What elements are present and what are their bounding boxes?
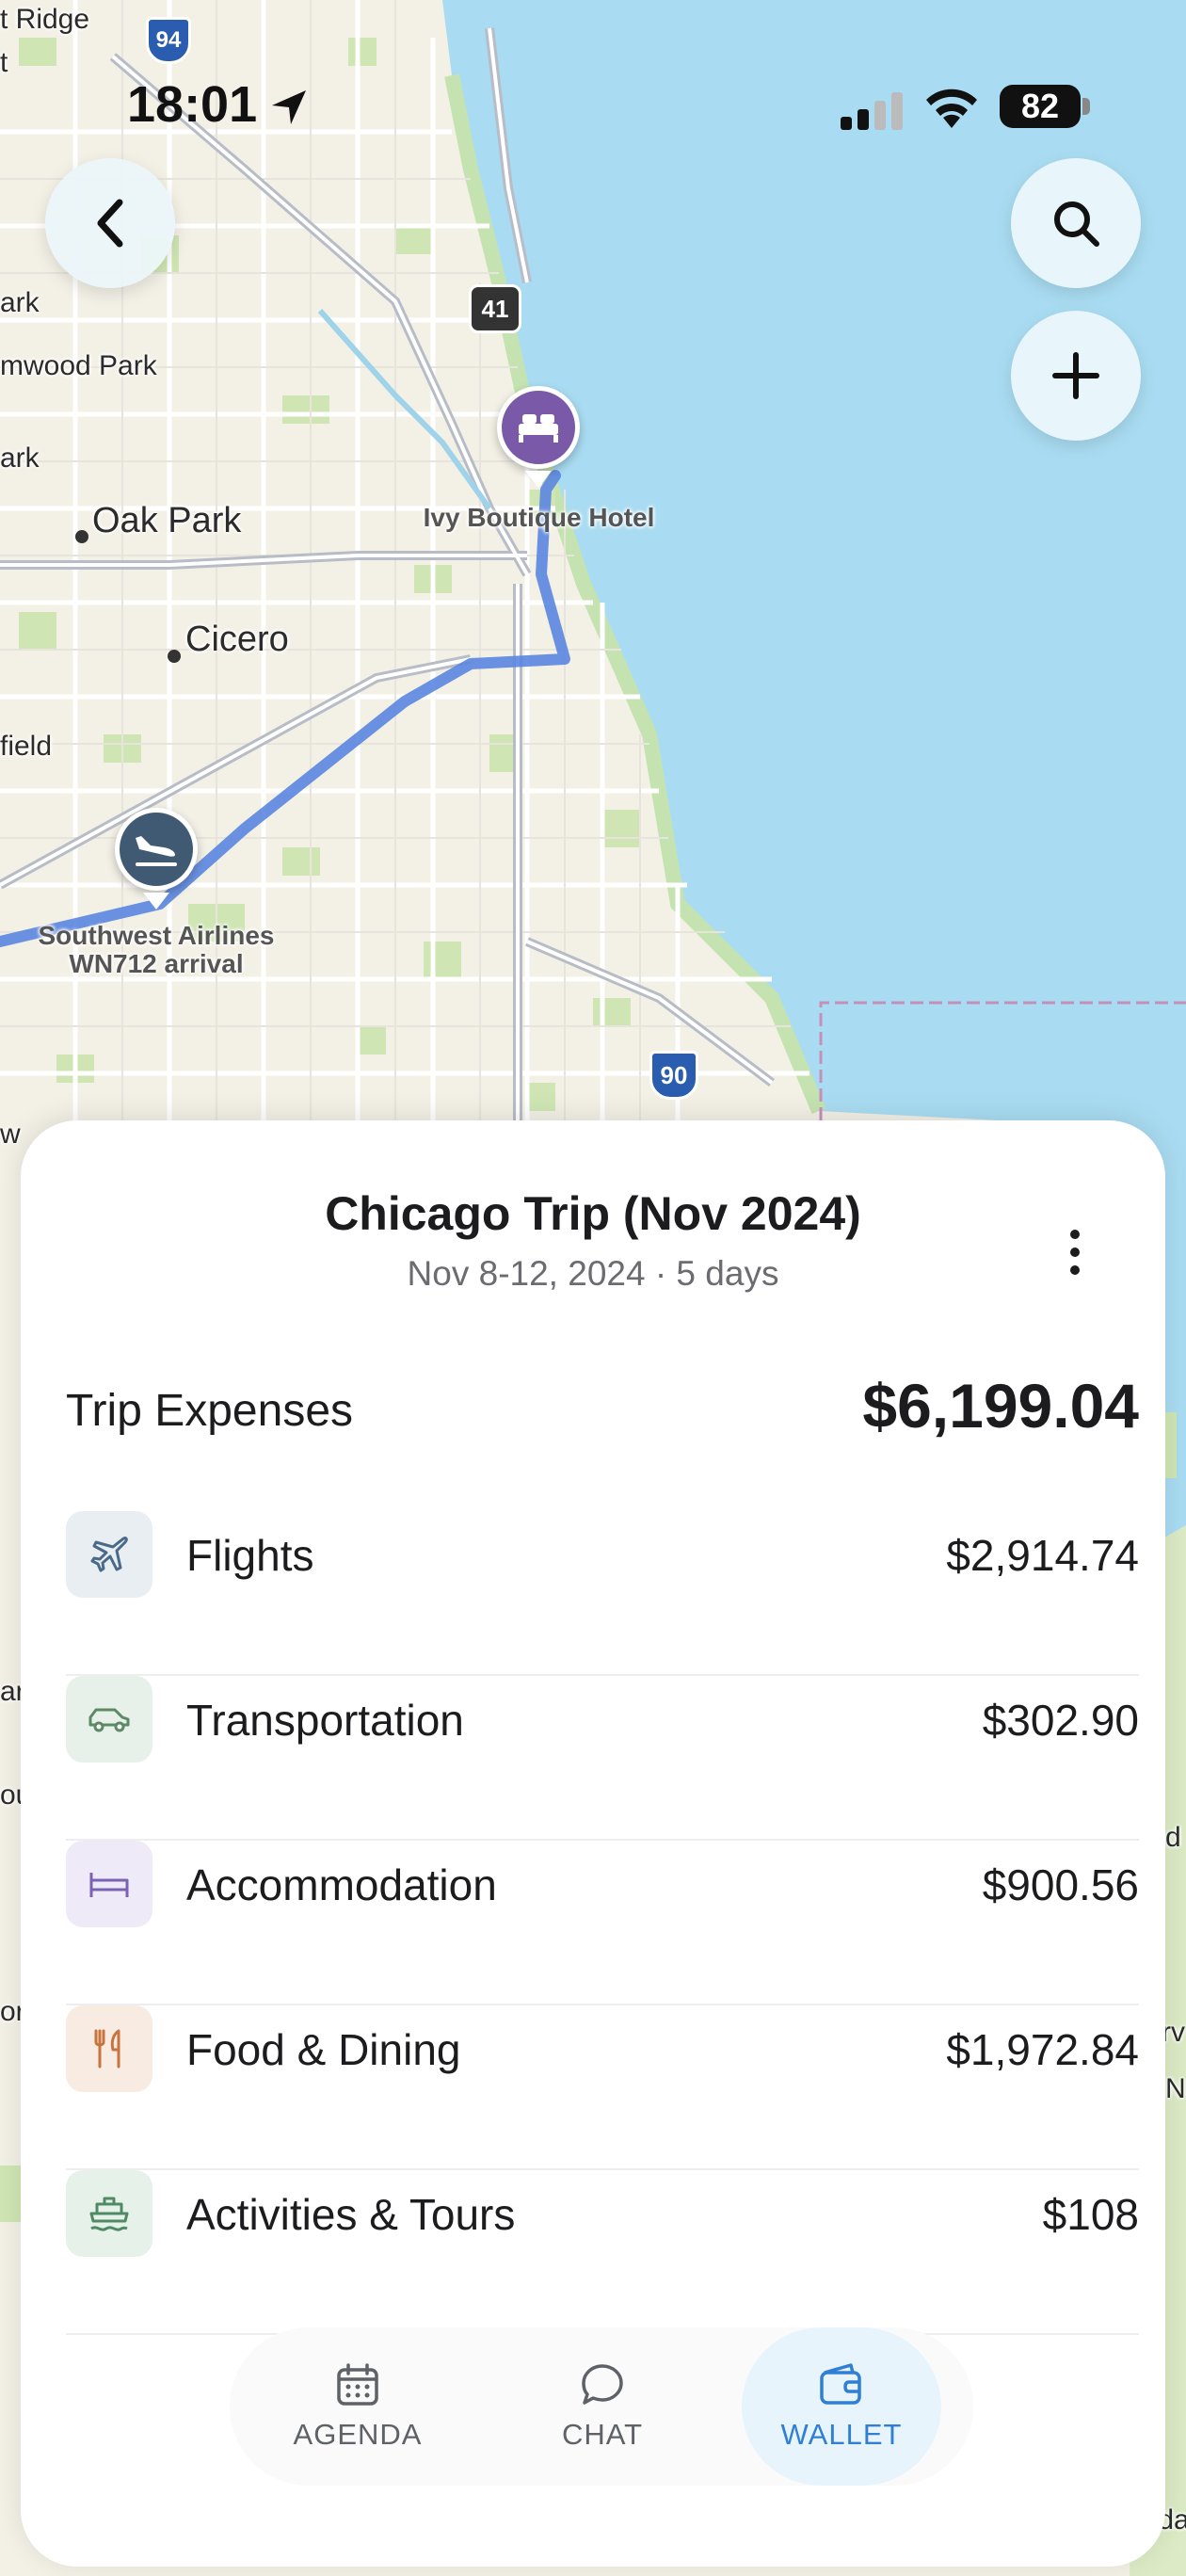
hotel-pin-tail xyxy=(525,471,552,488)
bed-icon xyxy=(519,414,558,443)
map-label-park-cut: ark xyxy=(0,287,40,318)
expenses-label: Trip Expenses xyxy=(66,1386,354,1436)
flights-icon-tile xyxy=(66,1511,152,1598)
map-label-ridge: t Ridge xyxy=(0,4,90,35)
expense-name: Flights xyxy=(186,1531,314,1580)
back-button[interactable] xyxy=(45,158,175,288)
expense-category-list: Flights $2,914.74 Transportation $302.90 xyxy=(66,1511,1139,2335)
tab-chat[interactable]: CHAT xyxy=(503,2327,702,2486)
transportation-icon-tile xyxy=(66,1676,152,1763)
status-time: 18:01 xyxy=(127,76,258,133)
airplane-landing-icon xyxy=(136,836,177,866)
expense-amount: $900.56 xyxy=(982,1860,1139,1909)
map-label-cicero: Cicero xyxy=(185,620,289,659)
expense-name: Activities & Tours xyxy=(186,2190,516,2239)
wallet-icon xyxy=(820,2363,861,2405)
interstate-94-shield: 94 xyxy=(146,17,191,64)
chevron-left-icon xyxy=(97,199,123,248)
map-label-elmwood-park: mwood Park xyxy=(0,350,157,381)
add-button[interactable] xyxy=(1011,311,1141,441)
expense-row-transportation[interactable]: Transportation $302.90 xyxy=(66,1676,1139,1841)
expense-row-food-dining[interactable]: Food & Dining $1,972.84 xyxy=(66,2005,1139,2170)
map-dot-oak-park xyxy=(75,530,88,543)
battery-tip xyxy=(1082,98,1090,115)
map-dot-cicero xyxy=(168,650,181,663)
activities-icon-tile xyxy=(66,2170,152,2257)
car-icon xyxy=(88,1708,130,1732)
tab-wallet[interactable]: WALLET xyxy=(742,2327,941,2486)
tab-chat-label: CHAT xyxy=(561,2418,644,2451)
map-label-t: t xyxy=(0,47,8,78)
expense-name: Transportation xyxy=(186,1696,464,1745)
flight-pin-tail xyxy=(143,893,169,910)
search-button[interactable] xyxy=(1011,158,1141,288)
map-label-d: d xyxy=(1165,1822,1181,1853)
plus-icon xyxy=(1052,352,1099,399)
expense-row-accommodation[interactable]: Accommodation $900.56 xyxy=(66,1841,1139,2005)
status-bar: 18:01 82 xyxy=(0,75,1186,141)
us-41-shield: 41 xyxy=(469,284,521,333)
trip-title: Chicago Trip (Nov 2024) xyxy=(325,1187,861,1240)
ship-icon xyxy=(89,2197,129,2231)
interstate-94-label: 94 xyxy=(155,27,182,53)
expense-amount: $2,914.74 xyxy=(946,1531,1139,1580)
map-label-w: w xyxy=(0,1119,21,1150)
expense-amount: $302.90 xyxy=(982,1696,1139,1745)
expense-amount: $108 xyxy=(1042,2190,1139,2239)
map-label-ark: ark xyxy=(0,443,40,474)
trip-dates: Nov 8-12, 2024 · 5 days xyxy=(407,1254,779,1293)
tab-agenda-label: AGENDA xyxy=(293,2418,423,2451)
accommodation-icon-tile xyxy=(66,1841,152,1927)
expense-row-activities-tours[interactable]: Activities & Tours $108 xyxy=(66,2170,1139,2335)
expenses-total: $6,199.04 xyxy=(862,1371,1139,1441)
more-options-button[interactable] xyxy=(1047,1215,1103,1290)
us-41-label: 41 xyxy=(481,294,509,323)
tab-wallet-label: WALLET xyxy=(780,2418,903,2451)
expenses-header: Trip Expenses $6,199.04 xyxy=(66,1370,1139,1445)
trip-sheet: Chicago Trip (Nov 2024) Nov 8-12, 2024 ·… xyxy=(21,1120,1165,2567)
hotel-pin[interactable] xyxy=(497,386,580,469)
food-icon-tile xyxy=(66,2005,152,2092)
bed-icon xyxy=(89,1873,129,1897)
flight-pin[interactable] xyxy=(115,808,198,891)
expense-name: Food & Dining xyxy=(186,2025,461,2074)
fork-knife-icon xyxy=(94,2029,120,2069)
airplane-icon xyxy=(90,1537,128,1572)
more-dot xyxy=(1070,1265,1080,1275)
bottom-tab-bar: AGENDA CHAT WALLET xyxy=(230,2327,973,2486)
flight-pin-label-line2: WN712 arrival xyxy=(69,949,244,978)
map-label-n: N xyxy=(1165,2073,1186,2104)
expense-amount: $1,972.84 xyxy=(946,2025,1139,2074)
chat-bubble-icon xyxy=(582,2364,623,2405)
more-dot xyxy=(1070,1248,1080,1257)
search-icon xyxy=(1054,201,1099,247)
more-dot xyxy=(1070,1230,1080,1239)
flight-pin-label-line1: Southwest Airlines xyxy=(38,921,275,950)
tab-agenda[interactable]: AGENDA xyxy=(258,2327,457,2486)
calendar-icon xyxy=(337,2363,378,2406)
expense-name: Accommodation xyxy=(186,1860,497,1909)
location-arrow-icon xyxy=(272,90,306,124)
hotel-pin-label: Ivy Boutique Hotel xyxy=(423,503,655,532)
map-label-oak-park: Oak Park xyxy=(92,501,242,540)
battery-indicator: 82 xyxy=(1000,85,1081,128)
wifi-icon xyxy=(926,89,977,128)
interstate-90-label: 90 xyxy=(660,1060,688,1089)
battery-level: 82 xyxy=(1020,87,1060,125)
map-label-field: field xyxy=(0,731,53,762)
expense-row-flights[interactable]: Flights $2,914.74 xyxy=(66,1511,1139,1676)
interstate-90-shield: 90 xyxy=(649,1051,698,1100)
cellular-signal-icon xyxy=(841,92,903,130)
